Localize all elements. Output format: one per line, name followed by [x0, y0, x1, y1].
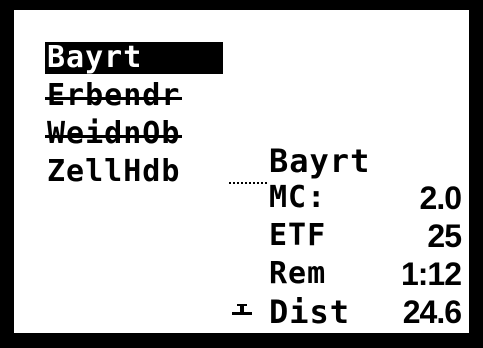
- info-row-dist: Dist 24.6: [269, 294, 465, 332]
- info-label: Rem: [269, 256, 327, 291]
- lcd-screen: Bayrt Erbendr WeidnOb ZellHdb Bayrt MC: …: [14, 10, 469, 333]
- waypoint-label: WeidnOb: [45, 116, 183, 151]
- info-label: MC:: [269, 180, 327, 215]
- waypoint-label: ZellHdb: [47, 154, 181, 189]
- waypoint-item-passed[interactable]: Erbendr: [45, 80, 245, 118]
- waypoint-info-panel: Bayrt MC: 2.0 ETF 25 Rem 1:12 Dist 24.6: [269, 144, 465, 332]
- glider-position-icon: [232, 304, 252, 315]
- device-bezel: Bayrt Erbendr WeidnOb ZellHdb Bayrt MC: …: [0, 0, 483, 348]
- info-value: 24.6: [402, 294, 462, 330]
- dotted-leader-line: [229, 182, 267, 184]
- info-value: 25: [427, 218, 462, 254]
- info-row-etf: ETF 25: [269, 218, 465, 256]
- info-label: Dist: [269, 293, 351, 331]
- info-waypoint-title: Bayrt: [269, 142, 371, 180]
- waypoint-item-passed[interactable]: WeidnOb: [45, 118, 245, 156]
- info-value: 2.0: [419, 180, 462, 216]
- info-value: 1:12: [400, 256, 462, 292]
- waypoint-label: Bayrt: [45, 42, 223, 74]
- info-row-mc: MC: 2.0: [269, 180, 465, 218]
- waypoint-item-selected[interactable]: Bayrt: [45, 42, 245, 80]
- info-row-rem: Rem 1:12: [269, 256, 465, 294]
- waypoint-item[interactable]: ZellHdb: [45, 156, 245, 194]
- waypoint-list: Bayrt Erbendr WeidnOb ZellHdb: [45, 42, 245, 194]
- waypoint-label: Erbendr: [45, 78, 183, 113]
- info-label: ETF: [269, 218, 327, 253]
